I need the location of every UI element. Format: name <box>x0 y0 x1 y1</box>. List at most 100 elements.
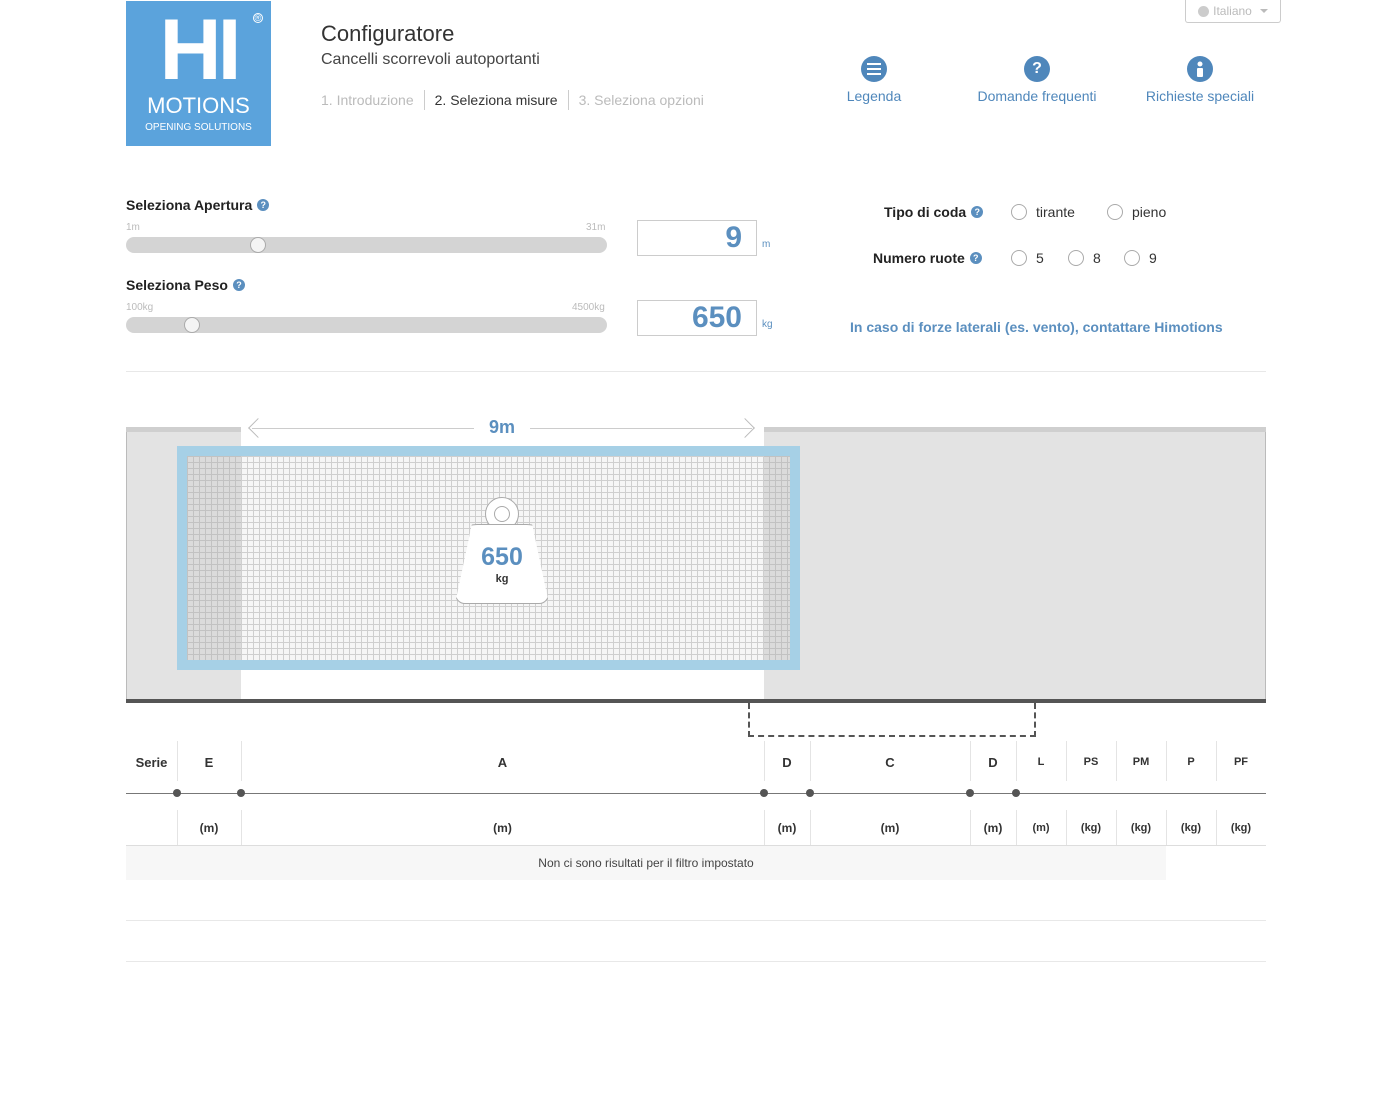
step-introduzione[interactable]: 1. Introduzione <box>321 90 424 110</box>
page-subtitle: Cancelli scorrevoli autoportanti <box>321 51 540 68</box>
ground-line <box>126 699 1266 703</box>
nav-domande-label: Domande frequenti <box>977 88 1097 104</box>
peso-unit: kg <box>762 319 773 330</box>
nav-richieste-speciali[interactable]: Richieste speciali <box>1136 56 1264 104</box>
col-unit-pf: (kg) <box>1230 822 1252 834</box>
peso-slider-handle[interactable] <box>184 317 201 333</box>
col-header-p: P <box>1187 756 1195 768</box>
column-separator <box>177 741 178 781</box>
nav-legenda[interactable]: Legenda <box>820 56 928 104</box>
logo-registered: ® <box>253 13 263 23</box>
brand-logo: HI ® MOTIONS OPENING SOLUTIONS <box>126 1 271 146</box>
column-separator <box>810 741 811 781</box>
col-unit-c: (m) <box>880 821 900 835</box>
column-separator <box>970 741 971 781</box>
divider <box>126 371 1266 372</box>
menu-icon <box>861 56 887 82</box>
column-separator <box>1216 741 1217 781</box>
axis-marker <box>237 789 245 797</box>
axis-marker <box>966 789 974 797</box>
dimension-axis <box>126 793 1266 794</box>
contact-warning-link[interactable]: In caso di forze laterali (es. vento), c… <box>850 319 1223 335</box>
col-unit-e: (m) <box>199 821 219 835</box>
axis-marker <box>173 789 181 797</box>
radio-tirante-label: tirante <box>1036 204 1075 220</box>
axis-marker <box>1012 789 1020 797</box>
col-header-d2: D <box>988 754 998 770</box>
peso-input[interactable]: 650 <box>637 300 757 336</box>
peso-label: Seleziona Peso <box>126 277 228 293</box>
tipo-coda-label-row: Tipo di coda ? <box>884 204 984 220</box>
dimension-line-right <box>530 428 752 429</box>
weight-unit: kg <box>495 573 509 585</box>
apertura-min: 1m <box>126 222 140 233</box>
gate-overlap-right <box>764 456 790 660</box>
peso-min: 100kg <box>126 302 154 313</box>
col-header-a: A <box>497 754 508 770</box>
numero-ruote-label: Numero ruote <box>873 250 965 266</box>
nav-domande-frequenti[interactable]: ? Domande frequenti <box>968 56 1106 104</box>
arrow-left-icon <box>248 418 268 438</box>
language-select[interactable]: Italiano <box>1185 0 1281 23</box>
globe-icon <box>1198 5 1210 17</box>
help-icon[interactable]: ? <box>232 279 245 291</box>
column-separator <box>1116 741 1117 781</box>
radio-ruote-8[interactable] <box>1068 250 1084 266</box>
column-separator <box>1016 741 1017 781</box>
tipo-coda-label: Tipo di coda <box>884 204 967 220</box>
language-selected: Italiano <box>1213 4 1252 18</box>
column-separator <box>1166 741 1167 781</box>
wall-edge <box>126 432 127 699</box>
apertura-label-row: Seleziona Apertura ? <box>126 197 270 213</box>
col-unit-pm: (kg) <box>1130 822 1152 834</box>
col-header-d: D <box>782 754 792 770</box>
radio-ruote-8-label: 8 <box>1093 250 1101 266</box>
apertura-unit: m <box>762 239 771 250</box>
radio-ruote-5-label: 5 <box>1036 250 1044 266</box>
radio-ruote-5[interactable] <box>1011 250 1027 266</box>
arrow-right-icon <box>735 418 755 438</box>
col-unit-l: (m) <box>1032 822 1050 834</box>
col-unit-p: (kg) <box>1180 822 1202 834</box>
steps-breadcrumb: 1. Introduzione 2. Seleziona misure 3. S… <box>321 90 714 110</box>
step-seleziona-opzioni[interactable]: 3. Seleziona opzioni <box>567 90 714 110</box>
page-title: Configuratore <box>321 21 455 46</box>
apertura-max: 31m <box>586 222 606 233</box>
logo-hi: HI <box>159 2 242 98</box>
axis-marker <box>806 789 814 797</box>
apertura-slider[interactable] <box>126 237 607 253</box>
opening-dimension-label: 9m <box>488 417 515 437</box>
foundation-dashed-area <box>748 703 1036 737</box>
help-icon[interactable]: ? <box>257 199 270 211</box>
logo-brand: MOTIONS <box>147 93 250 118</box>
numero-ruote-label-row: Numero ruote ? <box>873 250 982 266</box>
apertura-label: Seleziona Apertura <box>126 197 253 213</box>
col-header-e: E <box>204 754 214 770</box>
info-icon <box>1187 56 1213 82</box>
col-unit-d2: (m) <box>983 821 1003 835</box>
divider <box>126 920 1266 921</box>
column-separator <box>241 741 242 781</box>
radio-ruote-9[interactable] <box>1124 250 1140 266</box>
nav-richieste-label: Richieste speciali <box>1145 88 1255 104</box>
apertura-input[interactable]: 9 <box>637 220 757 256</box>
column-separator <box>1066 741 1067 781</box>
radio-pieno-label: pieno <box>1132 204 1167 220</box>
empty-results-message: Non ci sono risultati per il filtro impo… <box>126 846 1166 880</box>
divider <box>126 961 1266 962</box>
radio-ruote-9-label: 9 <box>1149 250 1157 266</box>
col-header-l: L <box>1037 756 1045 768</box>
step-seleziona-misure[interactable]: 2. Seleziona misure <box>423 90 568 110</box>
radio-pieno[interactable] <box>1107 204 1123 220</box>
col-header-c: C <box>885 754 895 770</box>
radio-tirante[interactable] <box>1011 204 1027 220</box>
peso-max: 4500kg <box>572 302 605 313</box>
gate-overlap-left <box>187 456 241 660</box>
help-icon[interactable]: ? <box>969 252 982 264</box>
col-header-serie: Serie <box>135 754 168 770</box>
question-icon: ? <box>1024 56 1050 82</box>
wall-right <box>764 432 1266 699</box>
help-icon[interactable]: ? <box>971 206 984 218</box>
nav-legenda-label: Legenda <box>846 88 902 104</box>
wall-edge <box>1265 432 1266 699</box>
